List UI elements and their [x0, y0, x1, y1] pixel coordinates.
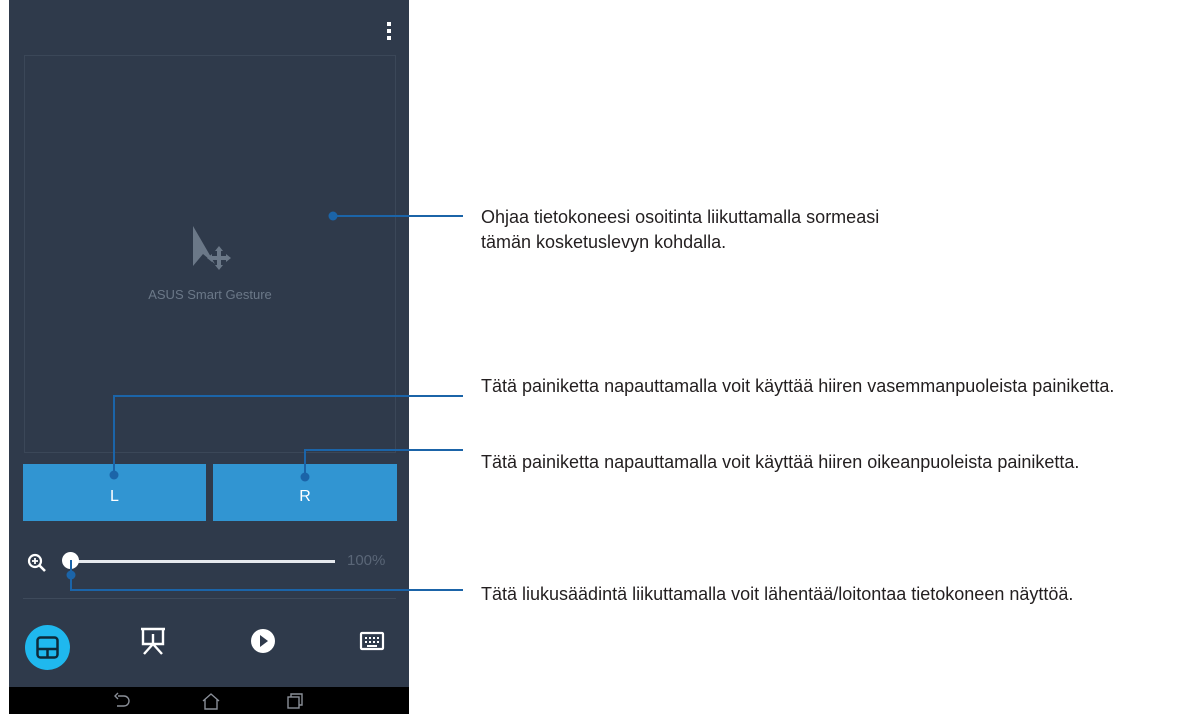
pointer-move-icon — [193, 226, 231, 270]
tab-media[interactable] — [249, 626, 277, 661]
tab-presentation[interactable] — [139, 626, 167, 661]
touchpad-icon — [36, 636, 59, 659]
overflow-menu-icon[interactable] — [384, 20, 394, 42]
home-icon[interactable] — [200, 692, 222, 710]
zoom-slider-track[interactable] — [69, 560, 335, 563]
callout-left-button: Tätä painiketta napauttamalla voit käytt… — [481, 376, 1115, 396]
tab-touchpad[interactable] — [25, 625, 70, 670]
right-click-button[interactable]: R — [213, 464, 397, 521]
keyboard-icon — [359, 631, 385, 651]
divider — [23, 598, 396, 599]
touchpad-label: ASUS Smart Gesture — [148, 287, 272, 302]
left-click-button[interactable]: L — [23, 464, 206, 521]
system-navigation-bar — [9, 687, 409, 714]
back-icon[interactable] — [112, 692, 132, 710]
callout-right-button: Tätä painiketta napauttamalla voit käytt… — [481, 452, 1080, 472]
zoom-in-icon — [27, 553, 46, 572]
zoom-value: 100% — [347, 552, 386, 569]
callout-touchpad: Ohjaa tietokoneesi osoitinta liikuttamal… — [481, 207, 880, 252]
remote-link-screen: ASUS Smart Gesture L R 100% — [9, 0, 409, 714]
tab-keyboard[interactable] — [359, 626, 385, 661]
play-icon — [251, 629, 275, 653]
touchpad-area[interactable]: ASUS Smart Gesture — [24, 55, 396, 453]
callout-zoom-slider: Tätä liukusäädintä liikuttamalla voit lä… — [481, 584, 1074, 604]
presentation-icon — [141, 627, 165, 655]
zoom-slider-thumb[interactable] — [61, 552, 79, 569]
recents-icon[interactable] — [285, 692, 305, 710]
